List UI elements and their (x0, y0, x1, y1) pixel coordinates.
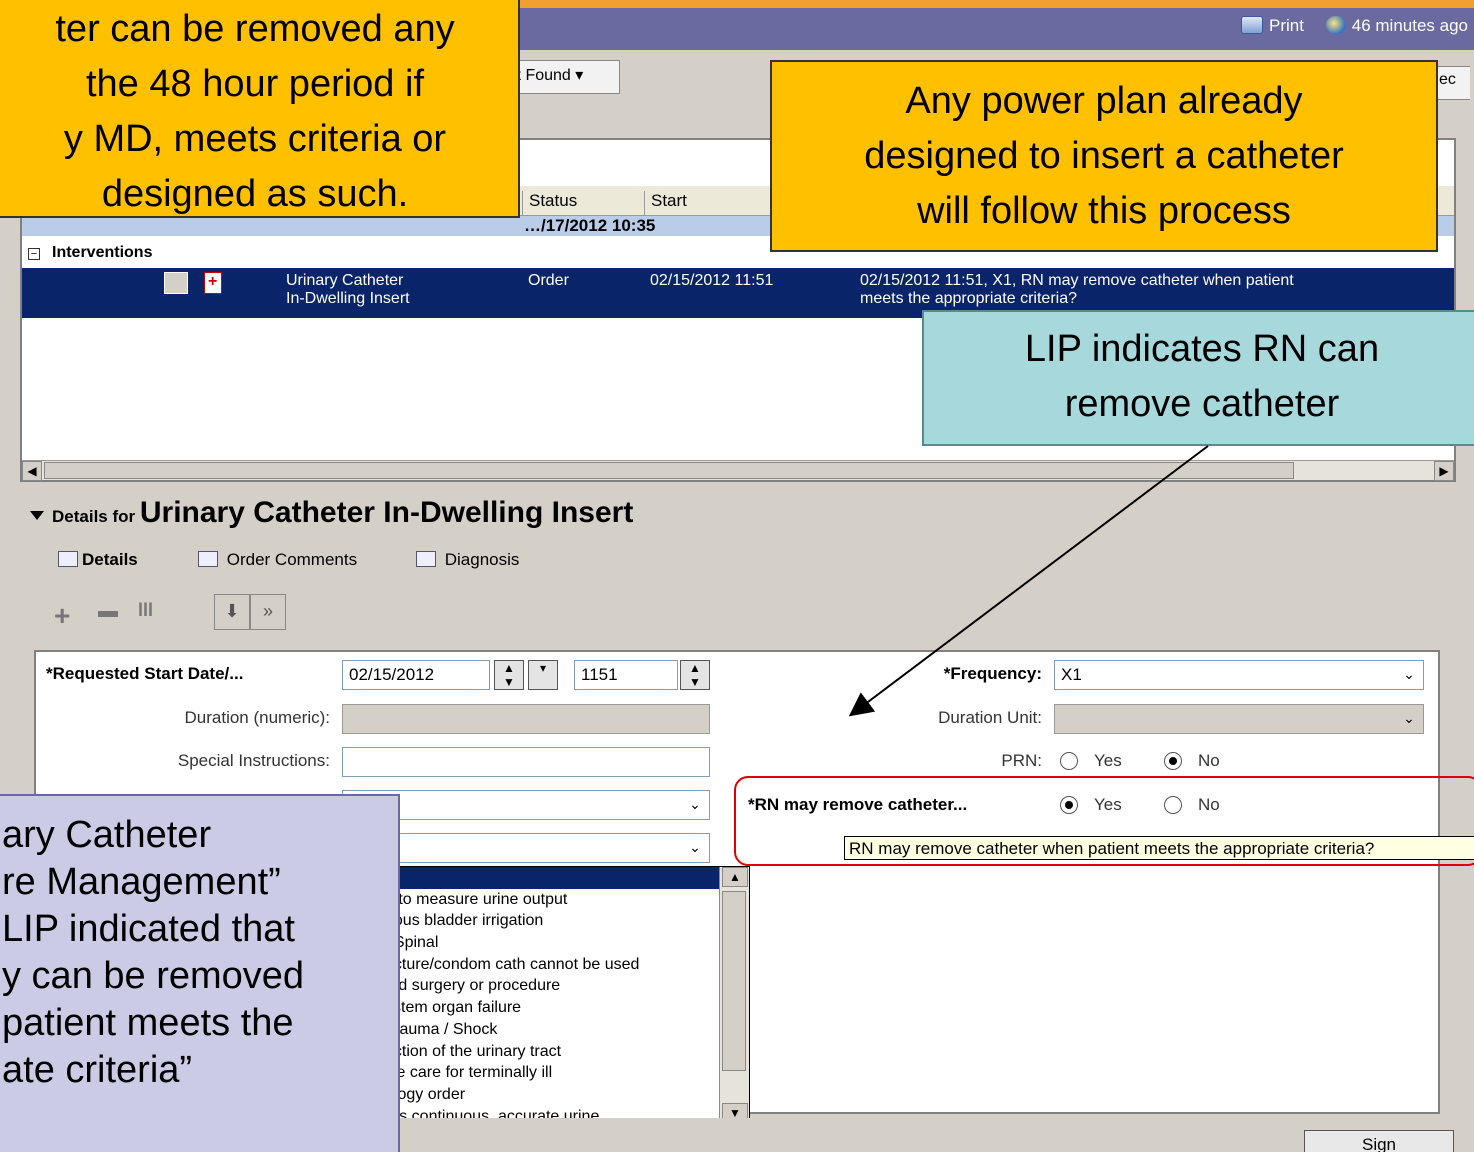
callout-arrow (848, 445, 1209, 717)
